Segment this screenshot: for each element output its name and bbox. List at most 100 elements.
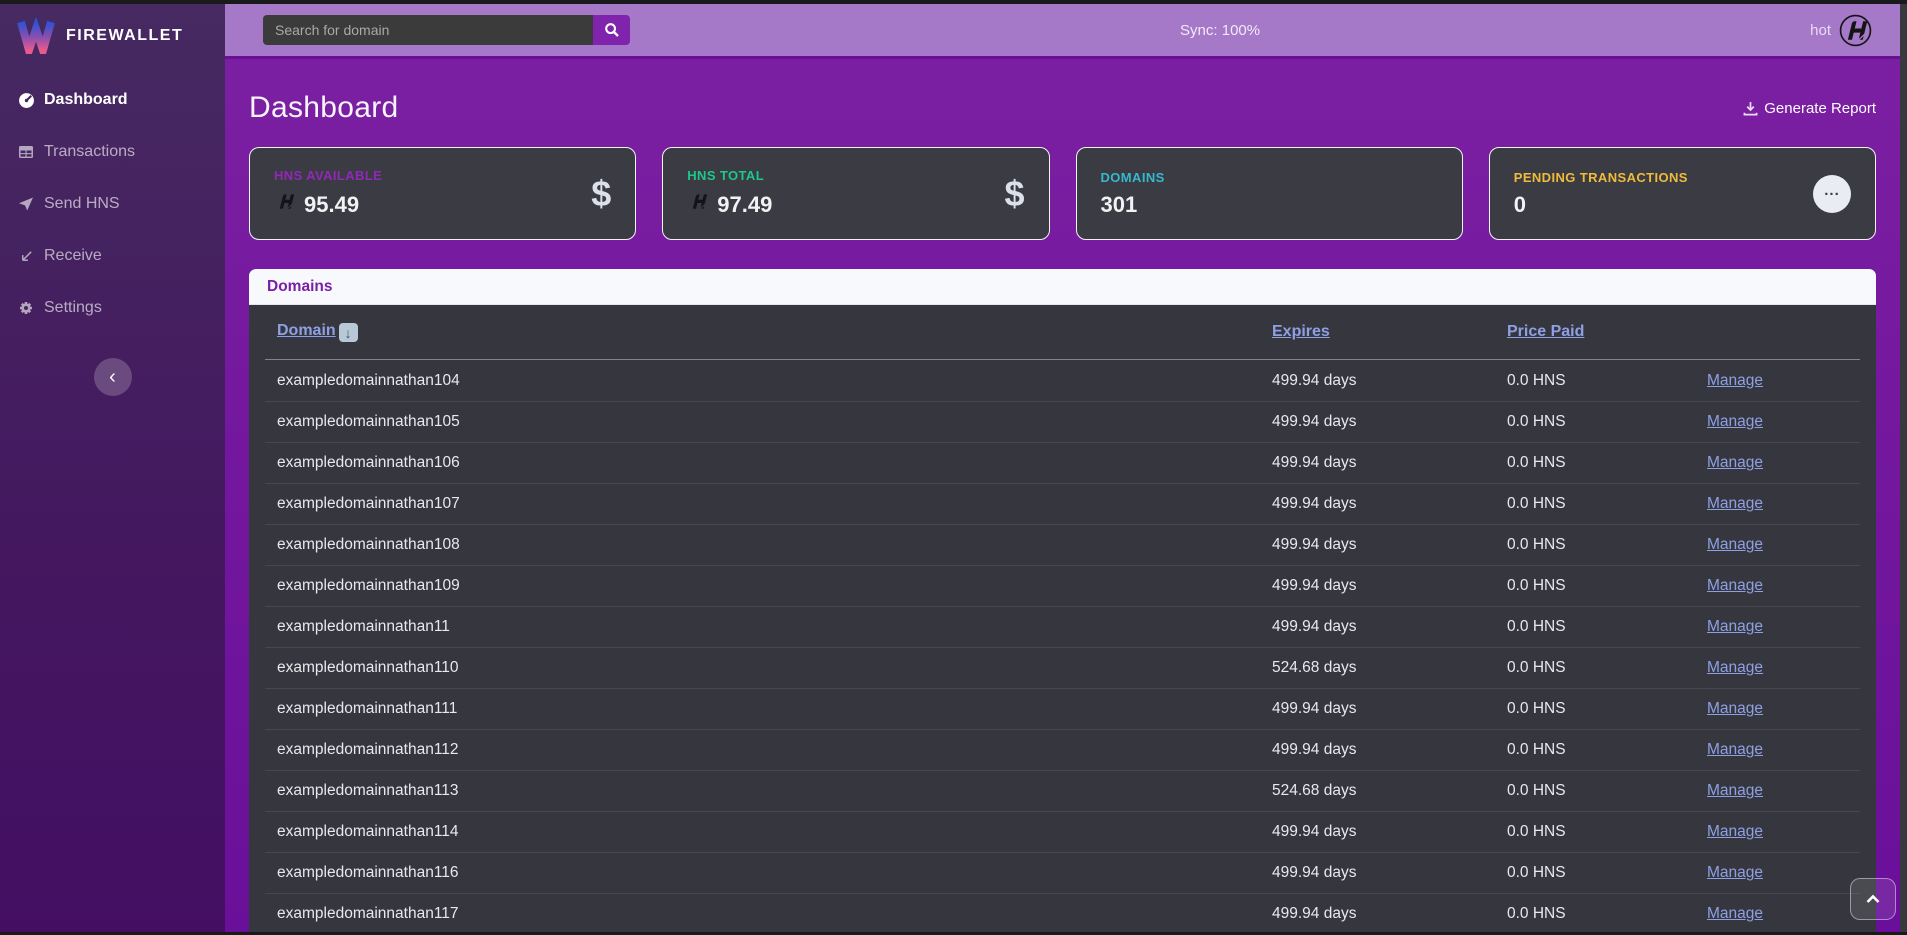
table-row: exampledomainnathan108499.94 days0.0 HNS… (265, 524, 1860, 565)
expires-cell: 499.94 days (1260, 823, 1495, 841)
domain-cell: exampledomainnathan116 (265, 864, 1260, 882)
table-row: exampledomainnathan112499.94 days0.0 HNS… (265, 729, 1860, 770)
stat-card-value: 95.49 (304, 192, 359, 218)
domain-cell: exampledomainnathan104 (265, 372, 1260, 390)
stat-cards: HNS AVAILABLE 95.49 $ HNS TOTAL (249, 147, 1876, 240)
price-paid-cell: 0.0 HNS (1495, 741, 1695, 759)
wallet-name: hot (1810, 22, 1831, 39)
manage-link[interactable]: Manage (1707, 659, 1763, 676)
manage-cell: Manage (1695, 741, 1860, 759)
table-row: exampledomainnathan111499.94 days0.0 HNS… (265, 688, 1860, 729)
domain-cell: exampledomainnathan117 (265, 905, 1260, 923)
column-header-expires[interactable]: Expires (1272, 323, 1330, 340)
table-row: exampledomainnathan114499.94 days0.0 HNS… (265, 811, 1860, 852)
firewallet-logo-icon (16, 18, 56, 54)
manage-cell: Manage (1695, 782, 1860, 800)
table-row: exampledomainnathan113524.68 days0.0 HNS… (265, 770, 1860, 811)
domain-cell: exampledomainnathan114 (265, 823, 1260, 841)
price-paid-cell: 0.0 HNS (1495, 413, 1695, 431)
generate-report-button[interactable]: Generate Report (1743, 100, 1876, 117)
manage-cell: Manage (1695, 823, 1860, 841)
manage-link[interactable]: Manage (1707, 577, 1763, 594)
manage-link[interactable]: Manage (1707, 700, 1763, 717)
manage-link[interactable]: Manage (1707, 495, 1763, 512)
manage-link[interactable]: Manage (1707, 413, 1763, 430)
window-frame-right (1900, 0, 1907, 935)
stat-card-value: 301 (1101, 192, 1138, 218)
table-icon (17, 143, 35, 161)
sidebar-item-label: Dashboard (44, 91, 128, 109)
price-paid-cell: 0.0 HNS (1495, 864, 1695, 882)
price-paid-cell: 0.0 HNS (1495, 618, 1695, 636)
tachometer-icon (17, 91, 35, 109)
manage-link[interactable]: Manage (1707, 741, 1763, 758)
app-window: FIREWALLET Dashboard Transactions Send H… (0, 4, 1900, 932)
manage-link[interactable]: Manage (1707, 905, 1763, 922)
table-row: exampledomainnathan107499.94 days0.0 HNS… (265, 483, 1860, 524)
panel-title: Domains (267, 278, 332, 296)
price-paid-cell: 0.0 HNS (1495, 823, 1695, 841)
search-icon (604, 22, 620, 38)
table-row: exampledomainnathan109499.94 days0.0 HNS… (265, 565, 1860, 606)
stat-card-domains: DOMAINS 301 (1076, 147, 1463, 240)
domain-cell: exampledomainnathan107 (265, 495, 1260, 513)
table-row: exampledomainnathan11499.94 days0.0 HNSM… (265, 606, 1860, 647)
table-row: exampledomainnathan110524.68 days0.0 HNS… (265, 647, 1860, 688)
table-row: exampledomainnathan106499.94 days0.0 HNS… (265, 442, 1860, 483)
sidebar-collapse-button[interactable]: ‹ (94, 358, 132, 396)
manage-cell: Manage (1695, 905, 1860, 923)
domain-cell: exampledomainnathan113 (265, 782, 1260, 800)
ellipsis-icon: ... (1824, 182, 1840, 199)
stat-card-hns-available: HNS AVAILABLE 95.49 $ (249, 147, 636, 240)
manage-link[interactable]: Manage (1707, 454, 1763, 471)
manage-cell: Manage (1695, 536, 1860, 554)
paper-plane-icon (17, 195, 35, 213)
manage-cell: Manage (1695, 700, 1860, 718)
column-header-price-paid[interactable]: Price Paid (1507, 323, 1584, 340)
expires-cell: 499.94 days (1260, 372, 1495, 390)
stat-card-label: HNS AVAILABLE (274, 168, 382, 183)
stat-card-value: 97.49 (717, 192, 772, 218)
manage-link[interactable]: Manage (1707, 823, 1763, 840)
chevron-up-icon (1865, 893, 1881, 905)
column-header-domain[interactable]: Domain (277, 322, 336, 339)
table-header-row: Domain↓ Expires Price Paid (265, 305, 1860, 360)
sidebar-item-transactions[interactable]: Transactions (0, 126, 225, 178)
manage-link[interactable]: Manage (1707, 536, 1763, 553)
table-row: exampledomainnathan116499.94 days0.0 HNS… (265, 852, 1860, 893)
manage-link[interactable]: Manage (1707, 782, 1763, 799)
handshake-logo-icon[interactable] (1839, 14, 1872, 47)
dollar-icon: $ (591, 173, 611, 215)
sidebar: FIREWALLET Dashboard Transactions Send H… (0, 4, 225, 932)
topbar: Sync: 100% hot (225, 4, 1900, 59)
page-title: Dashboard (249, 91, 398, 125)
domain-cell: exampledomainnathan11 (265, 618, 1260, 636)
sidebar-item-send-hns[interactable]: Send HNS (0, 178, 225, 230)
gear-icon (17, 299, 35, 317)
price-paid-cell: 0.0 HNS (1495, 372, 1695, 390)
domain-cell: exampledomainnathan108 (265, 536, 1260, 554)
manage-link[interactable]: Manage (1707, 618, 1763, 635)
brand-name: FIREWALLET (66, 27, 183, 45)
expires-cell: 499.94 days (1260, 864, 1495, 882)
domain-cell: exampledomainnathan110 (265, 659, 1260, 677)
stat-card-hns-total: HNS TOTAL 97.49 $ (662, 147, 1049, 240)
search-button[interactable] (593, 15, 630, 45)
manage-link[interactable]: Manage (1707, 864, 1763, 881)
sidebar-item-dashboard[interactable]: Dashboard (0, 74, 225, 126)
sidebar-item-settings[interactable]: Settings (0, 282, 225, 334)
domains-table-body: exampledomainnathan104499.94 days0.0 HNS… (265, 360, 1860, 932)
expires-cell: 499.94 days (1260, 905, 1495, 923)
sidebar-item-label: Receive (44, 247, 102, 265)
ellipsis-menu-button[interactable]: ... (1813, 175, 1851, 213)
scroll-to-top-button[interactable] (1850, 878, 1896, 920)
table-row: exampledomainnathan105499.94 days0.0 HNS… (265, 401, 1860, 442)
table-row: exampledomainnathan104499.94 days0.0 HNS… (265, 360, 1860, 401)
sync-status: Sync: 100% (630, 22, 1810, 39)
manage-cell: Manage (1695, 454, 1860, 472)
sidebar-item-receive[interactable]: Receive (0, 230, 225, 282)
domains-table: Domain↓ Expires Price Paid exampledomain… (265, 305, 1860, 932)
search-input[interactable] (263, 15, 593, 45)
manage-link[interactable]: Manage (1707, 372, 1763, 389)
brand[interactable]: FIREWALLET (0, 4, 225, 66)
